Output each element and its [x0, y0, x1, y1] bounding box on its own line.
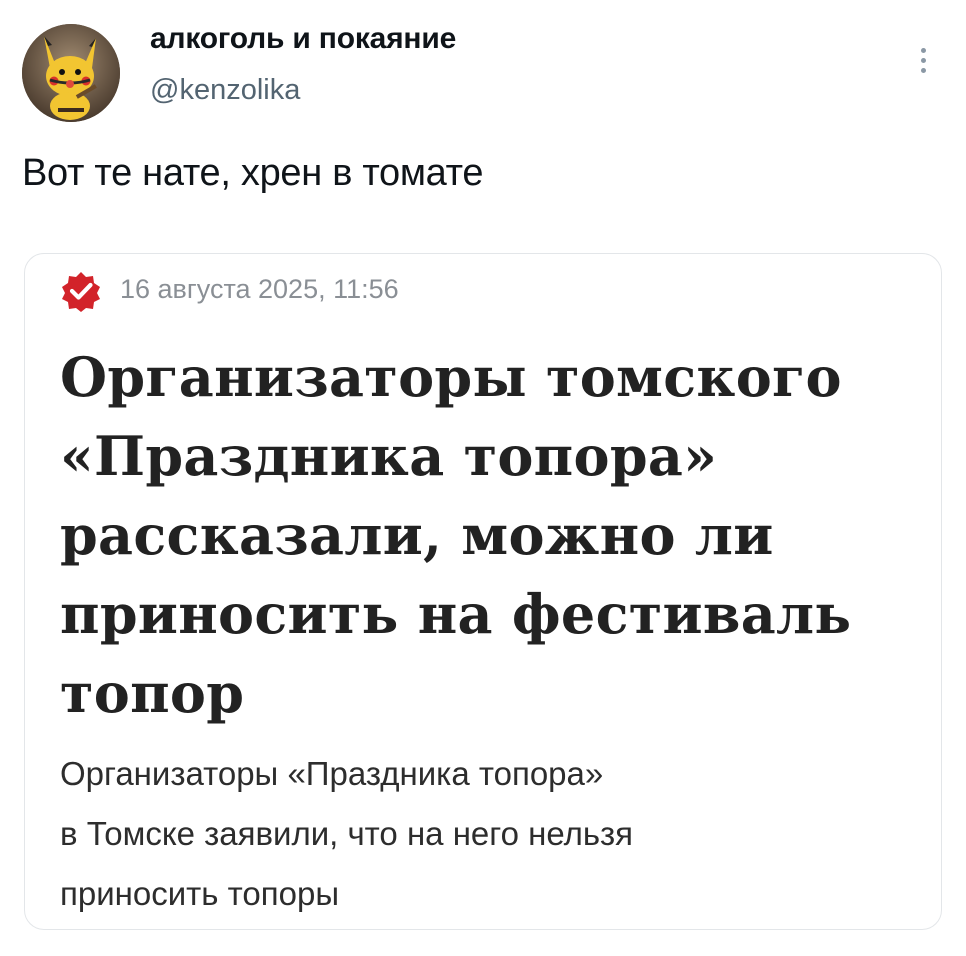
avatar[interactable] [22, 24, 120, 122]
headline-line: рассказали, можно ли [60, 503, 774, 567]
user-handle[interactable]: @kenzolika [150, 74, 300, 107]
tweet: алкоголь и покаяние @kenzolika Вот те на… [0, 0, 966, 956]
headline-line: Организаторы томского [60, 345, 842, 409]
subtitle-line: в Томске заявили, что на него нельзя [60, 815, 634, 852]
subtitle-line: приносить топоры [60, 875, 340, 912]
headline-line: «Праздника топора» [60, 424, 718, 488]
article-headline[interactable]: Организаторы томского «Праздника топора»… [60, 338, 930, 733]
article-date: 16 августа 2025, 11:56 [120, 274, 399, 304]
tweet-text: Вот те нате, хрен в томате [22, 152, 484, 194]
avatar-image [22, 24, 120, 122]
subtitle-line: Организаторы «Праздника топора» [60, 755, 604, 792]
more-options-icon[interactable] [904, 38, 944, 84]
article-subtitle: Организаторы «Праздника топора» в Томске… [60, 744, 930, 924]
display-name[interactable]: алкоголь и покаяние [150, 22, 456, 56]
red-badge-checkmark-icon [60, 270, 102, 312]
headline-line: приносить на фестиваль [60, 582, 852, 646]
headline-line: топор [60, 661, 245, 725]
